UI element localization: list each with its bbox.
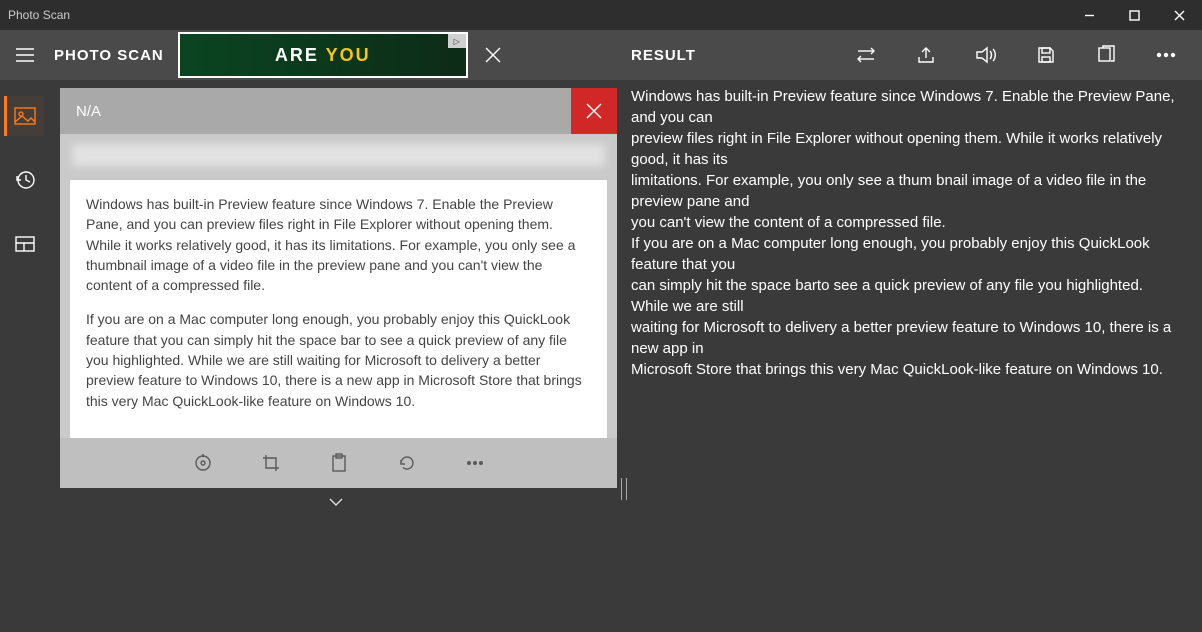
app-topbar: PHOTO SCAN ARE YOU ▷ RESULT xyxy=(0,30,1202,80)
ad-close-button[interactable] xyxy=(474,36,512,74)
preview-body: Windows has built-in Preview feature sin… xyxy=(60,134,617,438)
share-icon[interactable] xyxy=(910,39,942,71)
speaker-icon[interactable] xyxy=(970,39,1002,71)
preview-title: N/A xyxy=(76,103,101,120)
left-nav xyxy=(0,80,50,264)
layout-icon[interactable] xyxy=(5,224,45,264)
result-text[interactable]: Windows has built-in Preview feature sin… xyxy=(631,86,1194,624)
chevron-down-icon[interactable] xyxy=(328,494,344,510)
paste-icon[interactable] xyxy=(323,447,355,479)
more-icon[interactable] xyxy=(1150,39,1182,71)
result-heading: RESULT xyxy=(631,30,696,80)
image-icon[interactable] xyxy=(4,96,44,136)
history-icon[interactable] xyxy=(5,160,45,200)
window-titlebar: Photo Scan xyxy=(0,0,1202,30)
document-paragraph: If you are on a Mac computer long enough… xyxy=(86,309,591,410)
pane-divider-handle[interactable] xyxy=(621,478,627,500)
blurred-content xyxy=(72,144,605,166)
action-toolbar xyxy=(850,30,1194,80)
more-icon[interactable] xyxy=(459,447,491,479)
menu-button[interactable] xyxy=(0,30,50,80)
preview-close-button[interactable] xyxy=(571,88,617,134)
copy-icon[interactable] xyxy=(1090,39,1122,71)
ad-indicator-icon: ▷ xyxy=(448,34,466,48)
window-title: Photo Scan xyxy=(8,8,70,22)
document-content: Windows has built-in Preview feature sin… xyxy=(70,180,607,438)
crop-icon[interactable] xyxy=(255,447,287,479)
window-minimize-button[interactable] xyxy=(1067,0,1112,30)
rotate-icon[interactable] xyxy=(391,447,423,479)
window-maximize-button[interactable] xyxy=(1112,0,1157,30)
app-title: PHOTO SCAN xyxy=(54,47,164,64)
preview-header: N/A xyxy=(60,88,617,134)
swap-icon[interactable] xyxy=(850,39,882,71)
window-close-button[interactable] xyxy=(1157,0,1202,30)
document-paragraph: Windows has built-in Preview feature sin… xyxy=(86,194,591,295)
scan-icon[interactable] xyxy=(187,447,219,479)
preview-toolbar xyxy=(60,438,617,488)
save-icon[interactable] xyxy=(1030,39,1062,71)
ad-banner[interactable]: ARE YOU ▷ xyxy=(178,32,468,78)
preview-panel: N/A Windows has built-in Preview feature… xyxy=(60,88,617,488)
